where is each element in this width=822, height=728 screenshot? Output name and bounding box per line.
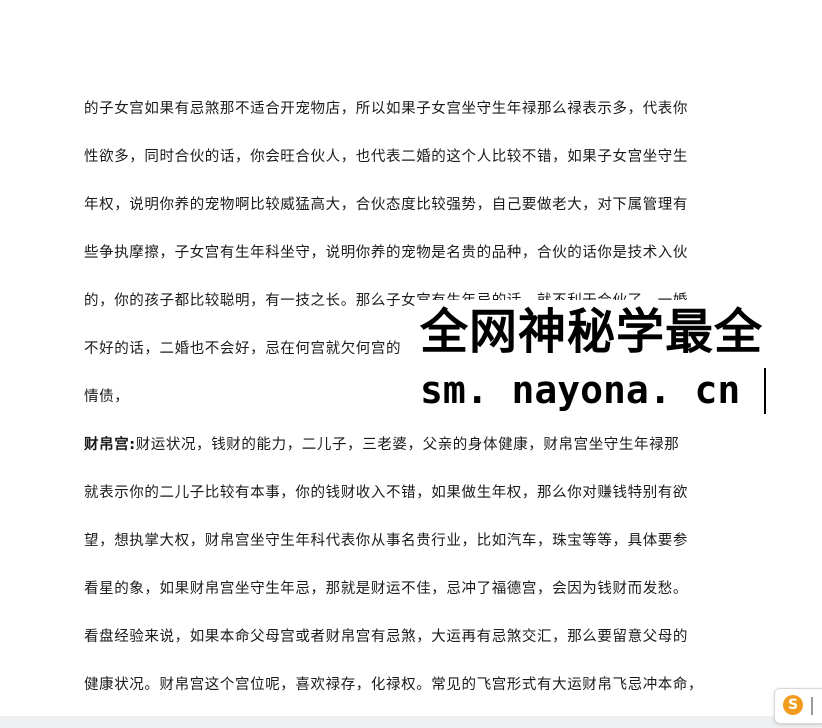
section-heading: 财帛宫:: [84, 437, 136, 453]
ime-toolbar[interactable]: S: [774, 688, 822, 724]
text-line: 年权，说明你养的宠物啊比较威猛高大，合伙态度比较强势，自己要做老大，对下属管理有: [84, 197, 688, 213]
text-line: 健康状况。财帛宫这个宫位呢，喜欢禄存，化禄权。常见的飞宫形式有大运财帛飞忌冲本命…: [84, 677, 704, 693]
text-line-with-heading: 财帛宫:财运状况，钱财的能力，二儿子，三老婆，父亲的身体健康，财帛宫坐守生年禄那: [84, 432, 744, 480]
text-line: 看盘经验来说，如果本命父母宫或者财帛宫有忌煞，大运再有忌煞交汇，那么要留意父母的: [84, 629, 688, 645]
ime-divider: [811, 697, 813, 715]
text-line: 性欲多，同时合伙的话，你会旺合伙人，也代表二婚的这个人比较不错，如果子女宫坐守生: [84, 149, 688, 165]
text-line: 些争执摩擦，子女宫有生年科坐守，说明你养的宠物是名贵的品种，合伙的话你是技术入伙: [84, 245, 688, 261]
sogou-ime-icon[interactable]: S: [783, 695, 803, 715]
text-cursor: [764, 368, 766, 414]
watermark-url: sm. nayona. cn: [420, 368, 741, 412]
text-line: 望，想执掌大权，财帛宫坐守生年科代表你从事名贵行业，比如汽车，珠宝等等，具体要参: [84, 533, 688, 549]
text-line: 就表示你的二儿子比较有本事，你的钱财收入不错，如果做生年权，那么你对赚钱特别有欲: [84, 485, 688, 501]
document-page: 的子女宫如果有忌煞那不适合开宠物店，所以如果子女宫坐守生年禄那么禄表示多，代表你…: [0, 0, 822, 728]
bottom-status-bar: [0, 716, 822, 728]
watermark-overlay: 全网神秘学最全 sm. nayona. cn: [416, 300, 822, 416]
text-line: 的子女宫如果有忌煞那不适合开宠物店，所以如果子女宫坐守生年禄那么禄表示多，代表你: [84, 101, 688, 117]
section-heading-text: 财运状况，钱财的能力，二儿子，三老婆，父亲的身体健康，财帛宫坐守生年禄那: [135, 437, 680, 453]
watermark-title: 全网神秘学最全: [420, 304, 764, 360]
text-line: 看星的象，如果财帛宫坐守生年忌，那就是财运不佳，忌冲了福德宫，会因为钱财而发愁。: [84, 581, 688, 597]
